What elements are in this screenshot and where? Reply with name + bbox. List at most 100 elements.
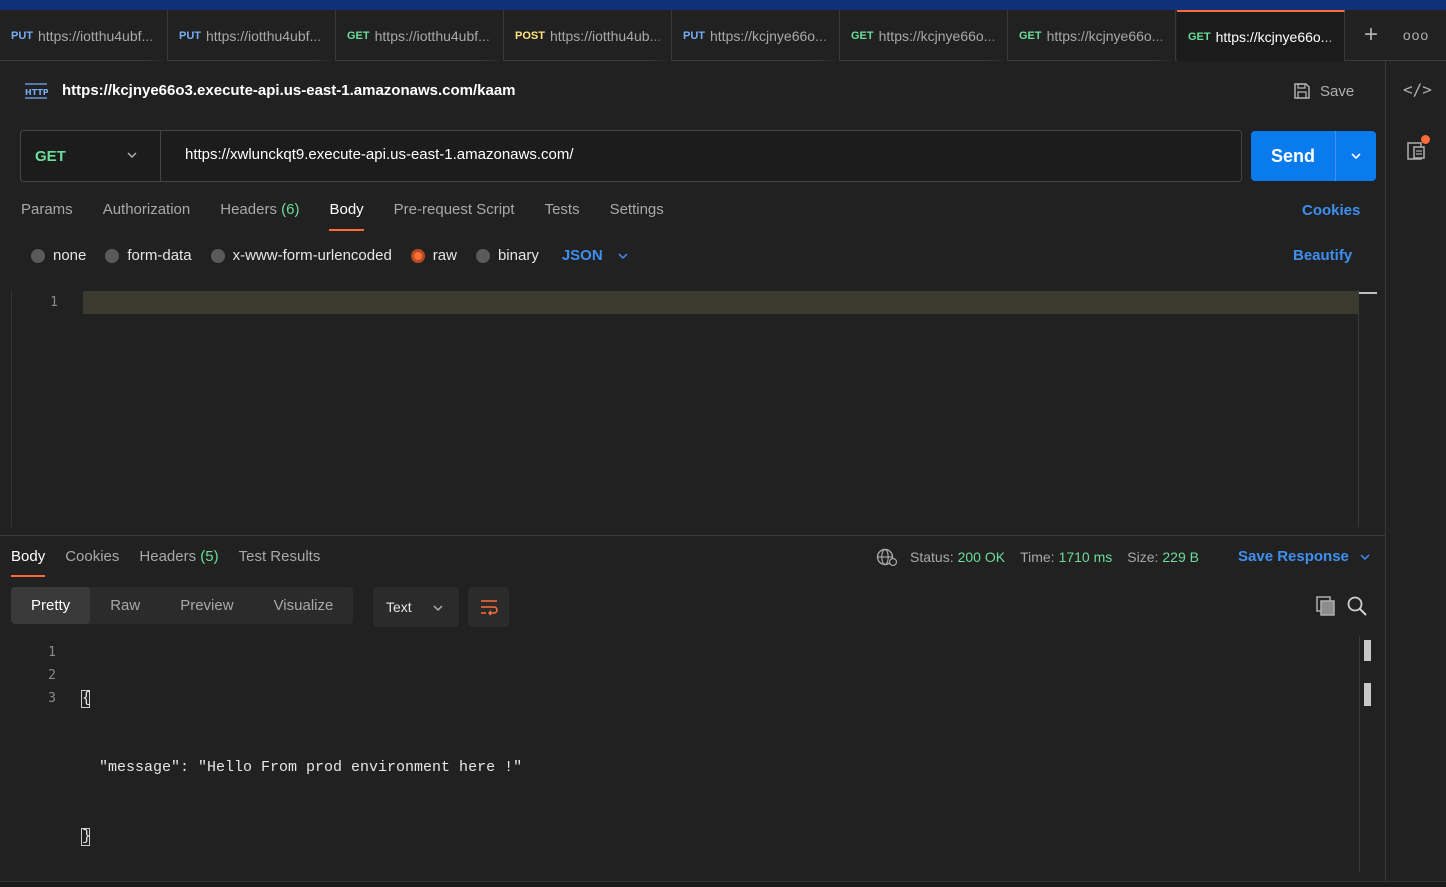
raw-format-select[interactable]: JSON <box>562 247 629 264</box>
globe-icon[interactable] <box>876 547 898 567</box>
response-status: Status: 200 OK Time: 1710 ms Size: 229 B <box>876 547 1214 567</box>
request-tab[interactable]: PUT https://iotthu4ubf... <box>168 10 336 61</box>
view-raw[interactable]: Raw <box>90 587 160 624</box>
time-label: Time: <box>1020 549 1055 565</box>
response-tab-headers-label: Headers <box>139 548 197 565</box>
scrollbar-thumb[interactable] <box>1359 292 1377 294</box>
scrollbar-marker <box>1364 683 1371 706</box>
response-tabs: Body Cookies Headers (5) Test Results <box>11 548 340 577</box>
save-icon <box>1294 83 1310 99</box>
request-tab[interactable]: POST https://iotthu4ub... <box>504 10 672 61</box>
svg-text:HTTP: HTTP <box>25 88 48 97</box>
request-tab[interactable]: GET https://kcjnye66o... <box>840 10 1008 61</box>
request-tab[interactable]: GET https://iotthu4ubf... <box>336 10 504 61</box>
response-format-select[interactable]: Text <box>373 587 459 627</box>
url-input[interactable]: https://xwlunckqt9.execute-api.us-east-1… <box>185 146 574 163</box>
right-sidebar <box>1385 61 1446 887</box>
tab-method: PUT <box>683 29 705 42</box>
save-response-label: Save Response <box>1238 548 1349 565</box>
tab-url: https://kcjnye66o... <box>710 27 827 44</box>
tab-headers[interactable]: Headers (6) <box>220 201 299 231</box>
save-button[interactable]: Save <box>1292 80 1354 102</box>
request-tabs: Params Authorization Headers (6) Body Pr… <box>21 201 694 231</box>
response-tab-body[interactable]: Body <box>11 548 46 577</box>
save-response-button[interactable]: Save Response <box>1238 548 1371 565</box>
request-tab[interactable]: PUT https://kcjnye66o... <box>672 10 840 61</box>
view-preview[interactable]: Preview <box>160 587 253 624</box>
status-bar <box>0 881 1446 887</box>
tab-headers-label: Headers <box>220 201 277 218</box>
view-visualize[interactable]: Visualize <box>254 587 354 624</box>
window-top-stripe <box>0 0 1446 10</box>
size-value[interactable]: 229 B <box>1162 549 1199 565</box>
radio-dot <box>31 248 45 263</box>
send-options-button[interactable] <box>1336 149 1376 163</box>
wrap-lines-button[interactable] <box>468 587 509 627</box>
radio-form-data[interactable]: form-data <box>105 247 192 264</box>
radio-dot-selected <box>410 248 425 263</box>
response-headers-count: (5) <box>200 548 219 565</box>
code-icon[interactable]: </> <box>1403 80 1432 102</box>
tab-method: GET <box>1188 30 1211 43</box>
status-value[interactable]: 200 OK <box>958 549 1005 565</box>
method-select[interactable]: GET <box>21 131 161 181</box>
radio-raw[interactable]: raw <box>410 247 457 264</box>
size-label: Size: <box>1127 549 1159 565</box>
chevron-down-icon <box>433 605 443 612</box>
pane-divider[interactable] <box>0 535 1385 536</box>
response-line-numbers: 1 2 3 <box>0 641 56 710</box>
tab-method: POST <box>515 29 545 42</box>
more-icon[interactable]: ooo <box>1400 20 1432 50</box>
response-tab-test-results[interactable]: Test Results <box>239 548 321 577</box>
response-tab-cookies[interactable]: Cookies <box>65 548 119 577</box>
radio-label: form-data <box>127 247 192 264</box>
active-line-highlight <box>83 291 1359 314</box>
response-tab-headers[interactable]: Headers (5) <box>139 548 218 577</box>
raw-format-label: JSON <box>561 247 603 264</box>
request-tab-active[interactable]: GET https://kcjnye66o... <box>1177 10 1345 61</box>
tab-prerequest-script[interactable]: Pre-request Script <box>394 201 515 231</box>
beautify-button[interactable]: Beautify <box>1293 247 1352 264</box>
notification-dot <box>1421 135 1430 144</box>
editor-scrollbar[interactable] <box>1358 290 1377 527</box>
response-format-label: Text <box>386 599 412 615</box>
tab-method: GET <box>851 29 874 42</box>
tab-settings[interactable]: Settings <box>610 201 664 231</box>
request-tab[interactable]: PUT https://iotthu4ubf... <box>0 10 168 61</box>
tab-url: https://iotthu4ubf... <box>38 27 154 44</box>
tab-url: https://kcjnye66o... <box>878 27 996 44</box>
send-button[interactable]: Send <box>1251 131 1376 181</box>
view-pretty[interactable]: Pretty <box>11 587 91 624</box>
copy-icon[interactable] <box>1315 595 1337 617</box>
tab-body[interactable]: Body <box>329 201 364 231</box>
status-label: Status: <box>910 549 954 565</box>
cookies-link[interactable]: Cookies <box>1302 202 1360 219</box>
radio-label: none <box>53 247 87 264</box>
radio-dot <box>475 248 490 263</box>
tab-params[interactable]: Params <box>21 201 73 231</box>
tab-method: GET <box>1019 29 1042 42</box>
request-body-editor[interactable]: 1 <box>11 290 1377 527</box>
open-brace: { <box>81 690 92 708</box>
save-label: Save <box>1320 82 1355 100</box>
chevron-down-icon <box>618 252 628 259</box>
response-body[interactable]: 1 2 3 { "message": "Hello From prod envi… <box>0 636 1385 882</box>
time-value[interactable]: 1710 ms <box>1059 549 1113 565</box>
response-code: { "message": "Hello From prod environmen… <box>81 641 522 887</box>
search-icon[interactable] <box>1346 595 1368 617</box>
response-json-line: "message": "Hello From prod environment … <box>81 759 523 776</box>
plus-icon[interactable]: + <box>1356 20 1386 50</box>
tab-url: https://iotthu4ub... <box>549 27 662 44</box>
radio-none[interactable]: none <box>31 247 86 264</box>
response-scrollbar[interactable] <box>1359 636 1379 872</box>
tab-method: PUT <box>11 29 33 42</box>
body-type-selector: none form-data x-www-form-urlencoded raw… <box>31 247 629 264</box>
radio-urlencoded[interactable]: x-www-form-urlencoded <box>210 247 392 264</box>
request-title[interactable]: https://kcjnye66o3.execute-api.us-east-1… <box>62 82 516 99</box>
radio-binary[interactable]: binary <box>475 247 539 264</box>
line-number: 1 <box>48 645 56 660</box>
tab-tests[interactable]: Tests <box>545 201 580 231</box>
tab-authorization[interactable]: Authorization <box>103 201 191 231</box>
request-tab[interactable]: GET https://kcjnye66o... <box>1008 10 1176 61</box>
tab-method: PUT <box>179 29 201 42</box>
